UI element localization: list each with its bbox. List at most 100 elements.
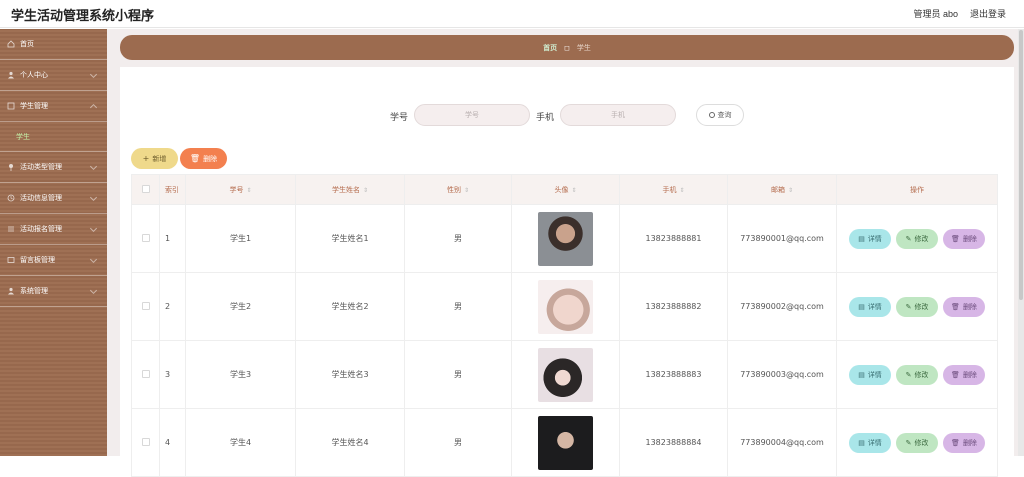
breadcrumb-home[interactable]: 首页: [543, 43, 557, 53]
sidebar-item-activity-info[interactable]: 活动信息管理: [0, 183, 107, 214]
row-checkbox[interactable]: [131, 408, 160, 477]
column-header-gender[interactable]: 性别 ⇕: [404, 174, 512, 205]
pencil-icon: ✎: [905, 370, 912, 379]
row-checkbox[interactable]: [131, 272, 160, 341]
cell-email: 773890003@qq.com: [727, 340, 837, 409]
sidebar-item-home[interactable]: 首页: [0, 29, 107, 60]
search-button[interactable]: 查询: [696, 104, 744, 126]
row-checkbox[interactable]: [131, 340, 160, 409]
sidebar-item-personal-center[interactable]: 个人中心: [0, 60, 107, 91]
delete-button[interactable]: 🗑 删除: [943, 432, 985, 453]
sort-icon: ⇕: [787, 186, 794, 194]
detail-button[interactable]: ▤ 详情: [849, 364, 891, 385]
sidebar-item-activity-signup[interactable]: 活动报名管理: [0, 214, 107, 245]
edit-button[interactable]: ✎ 修改: [896, 364, 938, 385]
admin-label: 管理员 abo: [913, 9, 958, 19]
detail-button[interactable]: ▤ 详情: [849, 432, 891, 453]
column-header-phone[interactable]: 手机 ⇕: [619, 174, 728, 205]
sidebar-subitem-student[interactable]: 学生: [0, 122, 107, 152]
user-icon: [7, 287, 15, 295]
sidebar-item-system-management[interactable]: 系统管理: [0, 276, 107, 307]
delete-button-label: 删除: [962, 370, 977, 379]
student-table: 索引 学号 ⇕ 学生姓名 ⇕ 性别 ⇕ 头像 ⇕ 手机 ⇕ 邮箱 ⇕ 操作 1 学生1 学生…: [131, 174, 998, 477]
cell-gender: 男: [404, 204, 512, 273]
column-header-email[interactable]: 邮箱 ⇕: [727, 174, 837, 205]
cell-student-no: 学生3: [185, 340, 296, 409]
pin-icon: [7, 163, 15, 171]
cell-email: 773890002@qq.com: [727, 272, 837, 341]
document-icon: ▤: [858, 370, 865, 379]
delete-button[interactable]: 🗑 删除: [943, 364, 985, 385]
select-all-checkbox[interactable]: [131, 174, 160, 205]
plus-icon: +: [142, 154, 150, 163]
cell-index: 3: [159, 340, 186, 409]
document-icon: ▤: [858, 302, 865, 311]
sidebar-item-label: 系统管理: [20, 287, 48, 295]
chevron-down-icon: [89, 224, 98, 233]
breadcrumb: 首页 ◻ 学生: [120, 35, 1014, 60]
cell-avatar: [511, 408, 620, 477]
edit-button[interactable]: ✎ 修改: [896, 228, 938, 249]
sidebar-item-label: 活动报名管理: [20, 225, 62, 233]
trash-icon: 🗑: [951, 302, 960, 311]
edit-button[interactable]: ✎ 修改: [896, 432, 938, 453]
detail-button-label: 详情: [867, 370, 882, 379]
scrollbar-thumb[interactable]: [1019, 30, 1023, 300]
cell-name: 学生姓名1: [295, 204, 405, 273]
student-no-input[interactable]: [414, 104, 530, 126]
sort-icon: ⇕: [679, 186, 685, 194]
logout-link[interactable]: 退出登录: [970, 7, 1006, 20]
content-panel: 学号 手机 查询 + 新增 🗑 删除: [120, 67, 1014, 477]
cell-phone: 13823888882: [619, 272, 728, 341]
sort-icon: ⇕: [362, 186, 369, 194]
column-header-label: 学号: [229, 185, 244, 194]
sidebar-item-label: 留言板管理: [20, 256, 55, 264]
batch-delete-button[interactable]: 🗑 删除: [180, 148, 227, 169]
list-icon: [7, 225, 15, 233]
add-button[interactable]: + 新增: [131, 148, 178, 169]
chevron-down-icon: [89, 255, 98, 264]
trash-icon: 🗑: [951, 438, 960, 447]
edit-button-label: 修改: [914, 302, 929, 311]
cell-phone: 13823888883: [619, 340, 728, 409]
trash-icon: 🗑: [951, 370, 960, 379]
table-header-row: 索引 学号 ⇕ 学生姓名 ⇕ 性别 ⇕ 头像 ⇕ 手机 ⇕ 邮箱 ⇕ 操作: [131, 174, 998, 205]
column-header-label: 头像: [554, 185, 569, 194]
sidebar-item-activity-type[interactable]: 活动类型管理: [0, 152, 107, 183]
cell-index: 2: [159, 272, 186, 341]
avatar: [538, 415, 593, 470]
phone-input[interactable]: [560, 104, 676, 126]
sidebar-item-message-board[interactable]: 留言板管理: [0, 245, 107, 276]
edit-button-label: 修改: [914, 438, 929, 447]
column-header-student-no[interactable]: 学号 ⇕: [185, 174, 296, 205]
list-icon: [7, 102, 15, 110]
trash-icon: 🗑: [189, 154, 201, 163]
delete-button-label: 删除: [962, 438, 977, 447]
cell-email: 773890001@qq.com: [727, 204, 837, 273]
sort-icon: ⇕: [246, 186, 252, 194]
detail-button[interactable]: ▤ 详情: [849, 228, 891, 249]
column-header-name[interactable]: 学生姓名 ⇕: [295, 174, 405, 205]
cell-avatar: [511, 272, 620, 341]
search-form: 学号 手机 查询: [120, 104, 1014, 128]
delete-button[interactable]: 🗑 删除: [943, 228, 985, 249]
delete-button-label: 删除: [962, 302, 977, 311]
detail-button[interactable]: ▤ 详情: [849, 296, 891, 317]
student-no-label: 学号: [390, 113, 409, 123]
cell-gender: 男: [404, 340, 512, 409]
delete-button[interactable]: 🗑 删除: [943, 296, 985, 317]
main-content: 首页 ◻ 学生 学号 手机 查询 + 新增 🗑 删除: [107, 29, 1024, 477]
cell-avatar: [511, 340, 620, 409]
column-header-avatar[interactable]: 头像 ⇕: [511, 174, 620, 205]
cell-student-no: 学生1: [185, 204, 296, 273]
sidebar: 首页 个人中心 学生管理 学生 活动类型管理 活动信息管理 活动报名管理 留言板…: [0, 29, 107, 456]
trash-icon: 🗑: [951, 234, 960, 243]
sidebar-item-student-management[interactable]: 学生管理: [0, 91, 107, 122]
sidebar-item-label: 个人中心: [20, 71, 48, 79]
edit-button[interactable]: ✎ 修改: [896, 296, 938, 317]
row-checkbox[interactable]: [131, 204, 160, 273]
table-row: 1 学生1 学生姓名1 男 13823888881 773890001@qq.c…: [131, 204, 998, 273]
table-row: 3 学生3 学生姓名3 男 13823888883 773890003@qq.c…: [131, 340, 998, 409]
detail-button-label: 详情: [867, 234, 882, 243]
sidebar-item-label: 活动信息管理: [20, 194, 62, 202]
